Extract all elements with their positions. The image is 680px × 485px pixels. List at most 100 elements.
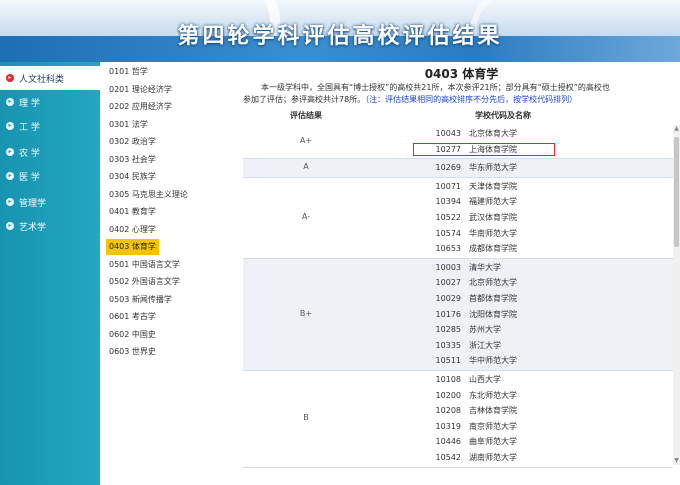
subject-item[interactable]: 0101 哲学 — [106, 64, 151, 80]
subject-item[interactable]: 0402 心理学 — [106, 222, 159, 238]
table-row: 10200 东北师范大学 — [243, 388, 673, 403]
scroll-down-icon[interactable]: ▼ — [673, 457, 680, 465]
school-name: 曲阜师范大学 — [469, 437, 517, 447]
subject-item[interactable]: 0403 体育学 — [106, 239, 159, 255]
school-name: 天津体育学院 — [469, 181, 517, 191]
subject-item[interactable]: 0503 新闻传播学 — [106, 292, 175, 308]
table-row: 10176 沈阳体育学院 — [243, 307, 673, 322]
sidebar-item-label: 人文社科类 — [19, 74, 65, 85]
school-code: 10394 — [435, 197, 461, 207]
results-panel: 0403 体育学 本一级学科中，全国具有“博士授权”的高校共21所，本次参评21… — [243, 62, 680, 485]
school-code: 10269 — [435, 163, 461, 173]
school-name: 北京师范大学 — [469, 278, 517, 288]
sidebar-item-label: 理 学 — [19, 98, 40, 109]
school-name: 成都体育学院 — [469, 244, 517, 254]
table-row: 10319 南京师范大学 — [243, 419, 673, 434]
table-row: 10522 武汉体育学院 — [243, 210, 673, 225]
subject-item[interactable]: 0305 马克思主义理论 — [106, 187, 191, 203]
sidebar-item[interactable]: ▸ 理 学 — [0, 90, 100, 114]
sidebar-item[interactable]: ▸ 医 学 — [0, 164, 100, 188]
school-code: 10027 — [435, 278, 461, 288]
subject-item[interactable]: 0302 政治学 — [106, 134, 159, 150]
bullet-icon: ▸ — [6, 172, 14, 180]
table-header: 评估结果 学校代码及名称 — [243, 109, 673, 123]
bullet-icon: ▸ — [6, 98, 14, 106]
sidebar-item[interactable]: ▸ 管理学 — [0, 190, 100, 214]
bullet-icon: ▸ — [6, 222, 14, 230]
school-name: 北京体育大学 — [469, 129, 517, 138]
school-name: 华东师范大学 — [469, 163, 517, 173]
school-code: 10511 — [435, 356, 461, 366]
subject-item[interactable]: 0603 世界史 — [106, 344, 159, 360]
bullet-icon: ▸ — [6, 198, 14, 206]
scroll-up-icon[interactable]: ▲ — [673, 125, 680, 133]
school-code: 10029 — [435, 293, 461, 303]
table-row: 10003 清华大学 — [243, 260, 673, 275]
school-code: 10176 — [435, 309, 461, 319]
sidebar-item-label: 医 学 — [19, 172, 40, 183]
table-row: 10574 华南师范大学 — [243, 226, 673, 241]
school-code: 10574 — [435, 228, 461, 238]
school-code: 10319 — [435, 421, 461, 431]
bullet-icon: ▸ — [6, 74, 14, 82]
subject-item[interactable]: 0201 理论经济学 — [106, 82, 175, 98]
subject-item[interactable]: 0301 法学 — [106, 117, 151, 133]
scrollbar-thumb[interactable] — [674, 137, 679, 247]
subject-item[interactable]: 0304 民族学 — [106, 169, 159, 185]
grade-group: B 10108 山西大学 10200 东北师范大学 10208 吉林体育学院 10319 南京师… — [243, 371, 673, 468]
subject-item[interactable]: 0502 外国语言文学 — [106, 274, 183, 290]
school-code: 10208 — [435, 406, 461, 416]
results-scrollbar[interactable]: ▲ ▼ — [673, 125, 680, 465]
table-row: 10653 成都体育学院 — [243, 241, 673, 256]
grade-group: A+ 10043 北京体育大学 10277 上海体育学院 — [243, 125, 673, 160]
subject-item[interactable]: 0401 教育学 — [106, 204, 159, 220]
school-name: 福建师范大学 — [469, 197, 517, 207]
table-row: 10027 北京师范大学 — [243, 275, 673, 290]
subject-item[interactable]: 0602 中国史 — [106, 327, 159, 343]
table-row: 10108 山西大学 — [243, 372, 673, 387]
subject-item[interactable]: 0202 应用经济学 — [106, 99, 175, 115]
bullet-icon: ▸ — [6, 148, 14, 156]
school-code: 10446 — [435, 437, 461, 447]
school-name: 沈阳体育学院 — [469, 309, 517, 319]
school-code: 10335 — [435, 340, 461, 350]
sidebar-item[interactable]: ▸ 农 学 — [0, 140, 100, 164]
subject-list: 0101 哲学 0201 理论经济学 0202 应用经济学 0301 法学 0302 政… — [100, 62, 243, 485]
table-row: 10285 苏州大学 — [243, 322, 673, 337]
sidebar-item-label: 艺术学 — [19, 222, 47, 233]
column-header-school: 学校代码及名称 — [475, 111, 531, 120]
subject-item[interactable]: 0303 社会学 — [106, 152, 159, 168]
subject-item[interactable]: 0601 考古学 — [106, 309, 159, 325]
page-title: 第四轮学科评估高校评估结果 — [177, 24, 503, 49]
table-row: 10446 曲阜师范大学 — [243, 434, 673, 449]
school-name: 武汉体育学院 — [469, 212, 517, 222]
school-name: 吉林体育学院 — [469, 406, 517, 416]
school-name: 山西大学 — [469, 375, 501, 384]
grade-group: B+ 10003 清华大学 10027 北京师范大学 10029 首都体育学院 10176 沈阳… — [243, 258, 673, 371]
description-text: 参加了评估；参评高校共计78所。 — [243, 95, 366, 104]
sidebar-item[interactable]: ▸ 艺术学 — [0, 214, 100, 238]
school-code: 10108 — [435, 375, 461, 384]
school-code: 10522 — [435, 212, 461, 222]
category-sidebar: ▸ 人文社科类 ▸ 理 学 ▸ 工 学 ▸ 农 学 ▸ 医 学 ▸ 管理学 ▸ 艺术学 — [0, 62, 100, 485]
sorting-note: （注：评估结果相同的高校排序不分先后，按学校代码排列） — [365, 95, 578, 104]
school-code: 10285 — [435, 325, 461, 335]
description-line: 参加了评估；参评高校共计78所。（注：评估结果相同的高校排序不分先后，按学校代码… — [243, 94, 680, 106]
sidebar-item[interactable]: ▸ 人文社科类 — [0, 66, 100, 90]
table-row: 10335 浙江大学 — [243, 338, 673, 353]
header-banner: 第四轮学科评估高校评估结果 — [0, 0, 680, 62]
grade-group: A- 10071 天津体育学院 10394 福建师范大学 10522 武汉体育学院 10574… — [243, 178, 673, 259]
school-code: 10003 — [435, 262, 461, 272]
school-code: 10071 — [435, 181, 461, 191]
table-row: 10511 华中师范大学 — [243, 353, 673, 368]
grade-group: A 10269 华东师范大学 — [243, 159, 673, 178]
school-name: 浙江大学 — [469, 340, 501, 350]
sidebar-item-label: 工 学 — [19, 122, 40, 133]
subject-item[interactable]: 0501 中国语言文学 — [106, 257, 183, 273]
school-code: 10200 — [435, 390, 461, 400]
school-code: 10542 — [435, 453, 461, 462]
table-row: 10029 首都体育学院 — [243, 291, 673, 306]
sidebar-item[interactable]: ▸ 工 学 — [0, 114, 100, 138]
sidebar-item-label: 管理学 — [19, 198, 47, 209]
school-code: 10043 — [435, 129, 461, 138]
